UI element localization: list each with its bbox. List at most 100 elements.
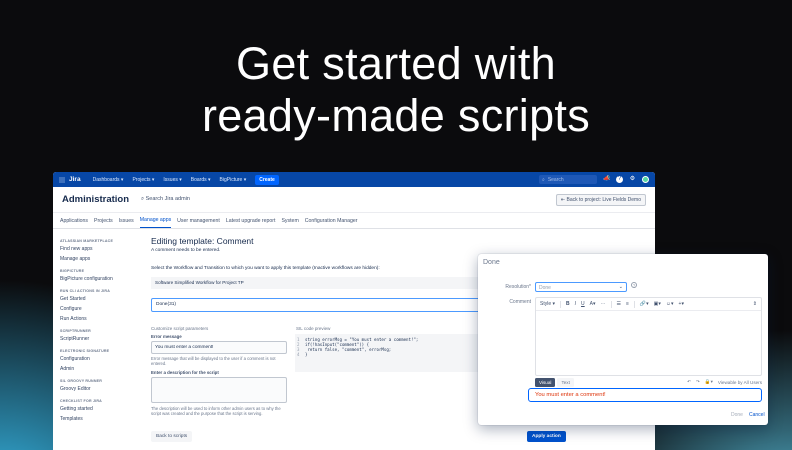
template-title: Editing template: Comment	[151, 236, 254, 246]
sidebar-section-cli-actions: RUN CLI ACTIONS IN JIRA	[60, 289, 110, 293]
admin-search[interactable]: ⌕ Search Jira admin	[141, 196, 190, 203]
insert-more-icon[interactable]: +▾	[679, 301, 684, 307]
comment-label: Comment	[509, 299, 531, 305]
text-color-icon[interactable]: A▾	[590, 301, 596, 307]
bold-icon[interactable]: B	[566, 301, 570, 307]
cancel-button[interactable]: Cancel	[749, 412, 765, 418]
back-to-scripts-button[interactable]: Back to scripts	[151, 431, 193, 442]
top-navigation-bar: Jira Dashboards ▾ Projects ▾ Issues ▾ Bo…	[53, 172, 655, 187]
sidebar-section-checklist: CHECKLIST FOR JIRA	[60, 399, 102, 403]
lock-icon: 🔒▾	[704, 379, 713, 384]
comment-editor[interactable]: Style ▾ B I U A▾ ⋯ ☰ ≡ 🔗▾ ▣▾ ☺▾ +▾ ⇕	[535, 297, 762, 376]
underline-icon[interactable]: U	[581, 301, 585, 307]
done-button[interactable]: Done	[731, 412, 743, 418]
transition-dialog: Done Resolution* Done ⌄ ? Comment Style …	[478, 254, 768, 425]
tab-applications[interactable]: Applications	[60, 214, 88, 228]
resolution-label: Resolution*	[505, 284, 531, 290]
attachment-icon[interactable]: ▣▾	[654, 301, 661, 307]
back-to-project-label: Back to project: Live Fields Demo	[566, 196, 641, 203]
help-icon[interactable]: ?	[616, 176, 623, 183]
sidebar-item-get-started[interactable]: Get Started	[60, 296, 142, 302]
page-title: Administration	[62, 194, 130, 205]
editor-footer-right: ↶ ↷ 🔒▾ Viewable by All Users	[687, 379, 762, 385]
params-heading: Customize script parameters	[151, 326, 209, 331]
more-formatting-icon[interactable]: ⋯	[601, 301, 606, 307]
resolution-select[interactable]: Done ⌄	[535, 282, 627, 292]
sidebar-item-manage-apps[interactable]: Manage apps	[60, 256, 142, 262]
apply-action-button[interactable]: Apply action	[527, 431, 566, 442]
tab-projects[interactable]: Projects	[94, 214, 113, 228]
headline-line-2: ready-made scripts	[201, 90, 591, 141]
bullet-list-icon[interactable]: ☰	[617, 301, 621, 307]
nav-projects[interactable]: Projects ▾	[132, 177, 154, 183]
settings-gear-icon[interactable]: ⚙	[629, 176, 636, 183]
tab-issues[interactable]: Issues	[119, 214, 134, 228]
jira-logo[interactable]: Jira	[59, 176, 81, 183]
sidebar-section-marketplace: ATLASSIAN MARKETPLACE	[60, 239, 114, 243]
undo-icon[interactable]: ↶	[687, 379, 691, 385]
code-text: return false, "comment", errorMsg;	[305, 347, 392, 352]
sidebar-section-scriptrunner: SCRIPTRUNNER	[60, 329, 91, 333]
toolbar-divider	[610, 300, 612, 308]
megaphone-icon[interactable]: 📣	[603, 176, 610, 183]
workflow-instruction: Select the Workflow and Transition to wh…	[151, 266, 380, 271]
sidebar-item-bigpicture-configuration[interactable]: BigPicture configuration	[60, 276, 142, 282]
template-subtitle: A comment needs to be entered.	[151, 248, 221, 253]
sidebar-item-find-new-apps[interactable]: Find new apps	[60, 246, 142, 252]
sidebar-item-configuration[interactable]: Configuration	[60, 356, 142, 362]
sidebar-item-scriptrunner[interactable]: ScriptRunner	[60, 336, 142, 342]
description-help: The description will be used to inform o…	[151, 406, 281, 417]
resolution-value: Done	[539, 284, 551, 291]
redo-icon[interactable]: ↷	[696, 379, 700, 385]
admin-tabs: Applications Projects Issues Manage apps…	[53, 213, 655, 229]
error-message-input[interactable]: You must enter a comment!	[151, 341, 287, 354]
search-icon: ⌕	[542, 176, 545, 183]
user-avatar[interactable]	[642, 176, 649, 183]
dialog-title: Done	[483, 259, 500, 266]
tab-manage-apps[interactable]: Manage apps	[139, 213, 172, 228]
visual-tab[interactable]: Visual	[535, 377, 556, 387]
code-text: }	[305, 352, 308, 357]
editor-toolbar: Style ▾ B I U A▾ ⋯ ☰ ≡ 🔗▾ ▣▾ ☺▾ +▾ ⇕	[536, 298, 761, 311]
tab-user-management[interactable]: User management	[177, 214, 220, 228]
global-search-placeholder: Search	[547, 176, 564, 183]
nav-dashboards[interactable]: Dashboards ▾	[93, 177, 124, 183]
back-to-project-button[interactable]: ⇤ Back to project: Live Fields Demo	[555, 193, 646, 206]
link-icon[interactable]: 🔗▾	[640, 301, 649, 307]
toolbar-divider	[633, 300, 635, 308]
comment-error-message: You must enter a comment!	[528, 388, 762, 402]
sidebar-section-electronic-signature: ELECTRONIC SIGNATURE	[60, 349, 110, 353]
global-search-input[interactable]: ⌕ Search	[539, 175, 597, 184]
sidebar-item-templates[interactable]: Templates	[60, 416, 142, 422]
help-question-icon[interactable]: ?	[631, 282, 637, 288]
viewable-by-label[interactable]: Viewable by All Users	[718, 380, 762, 385]
app-switcher-icon[interactable]	[59, 176, 65, 183]
sidebar-item-configure[interactable]: Configure	[60, 306, 142, 312]
italic-icon[interactable]: I	[575, 301, 576, 307]
numbered-list-icon[interactable]: ≡	[626, 301, 629, 307]
error-message-label: Error message	[151, 334, 182, 339]
nav-boards[interactable]: Boards ▾	[191, 177, 211, 183]
chevron-down-icon: ⌄	[618, 284, 623, 290]
collapse-toolbar-icon[interactable]: ⇕	[753, 301, 757, 307]
emoji-icon[interactable]: ☺▾	[666, 301, 674, 307]
code-preview-label: SIL code preview	[296, 326, 331, 331]
toolbar-divider	[560, 300, 562, 308]
style-dropdown[interactable]: Style ▾	[540, 301, 555, 307]
sidebar-item-getting-started[interactable]: Getting started	[60, 406, 142, 412]
error-message-help: Error message that will be displayed to …	[151, 356, 276, 367]
create-button[interactable]: Create	[255, 174, 279, 185]
nav-bigpicture[interactable]: BigPicture ▾	[220, 177, 247, 183]
sidebar-item-groovy-editor[interactable]: Groovy Editor	[60, 386, 142, 392]
tab-system[interactable]: System	[281, 214, 298, 228]
nav-issues[interactable]: Issues ▾	[163, 177, 181, 183]
admin-sidebar: ATLASSIAN MARKETPLACE Find new apps Mana…	[60, 232, 142, 426]
sidebar-item-admin[interactable]: Admin	[60, 366, 142, 372]
text-tab[interactable]: Text	[557, 377, 574, 387]
jira-logo-label: Jira	[69, 176, 81, 183]
tab-configuration-manager[interactable]: Configuration Manager	[305, 214, 358, 228]
sidebar-section-bigpicture: BIGPICTURE	[60, 269, 85, 273]
tab-latest-upgrade-report[interactable]: Latest upgrade report	[226, 214, 276, 228]
sidebar-item-run-actions[interactable]: Run Actions	[60, 316, 142, 322]
description-textarea[interactable]	[151, 377, 287, 403]
